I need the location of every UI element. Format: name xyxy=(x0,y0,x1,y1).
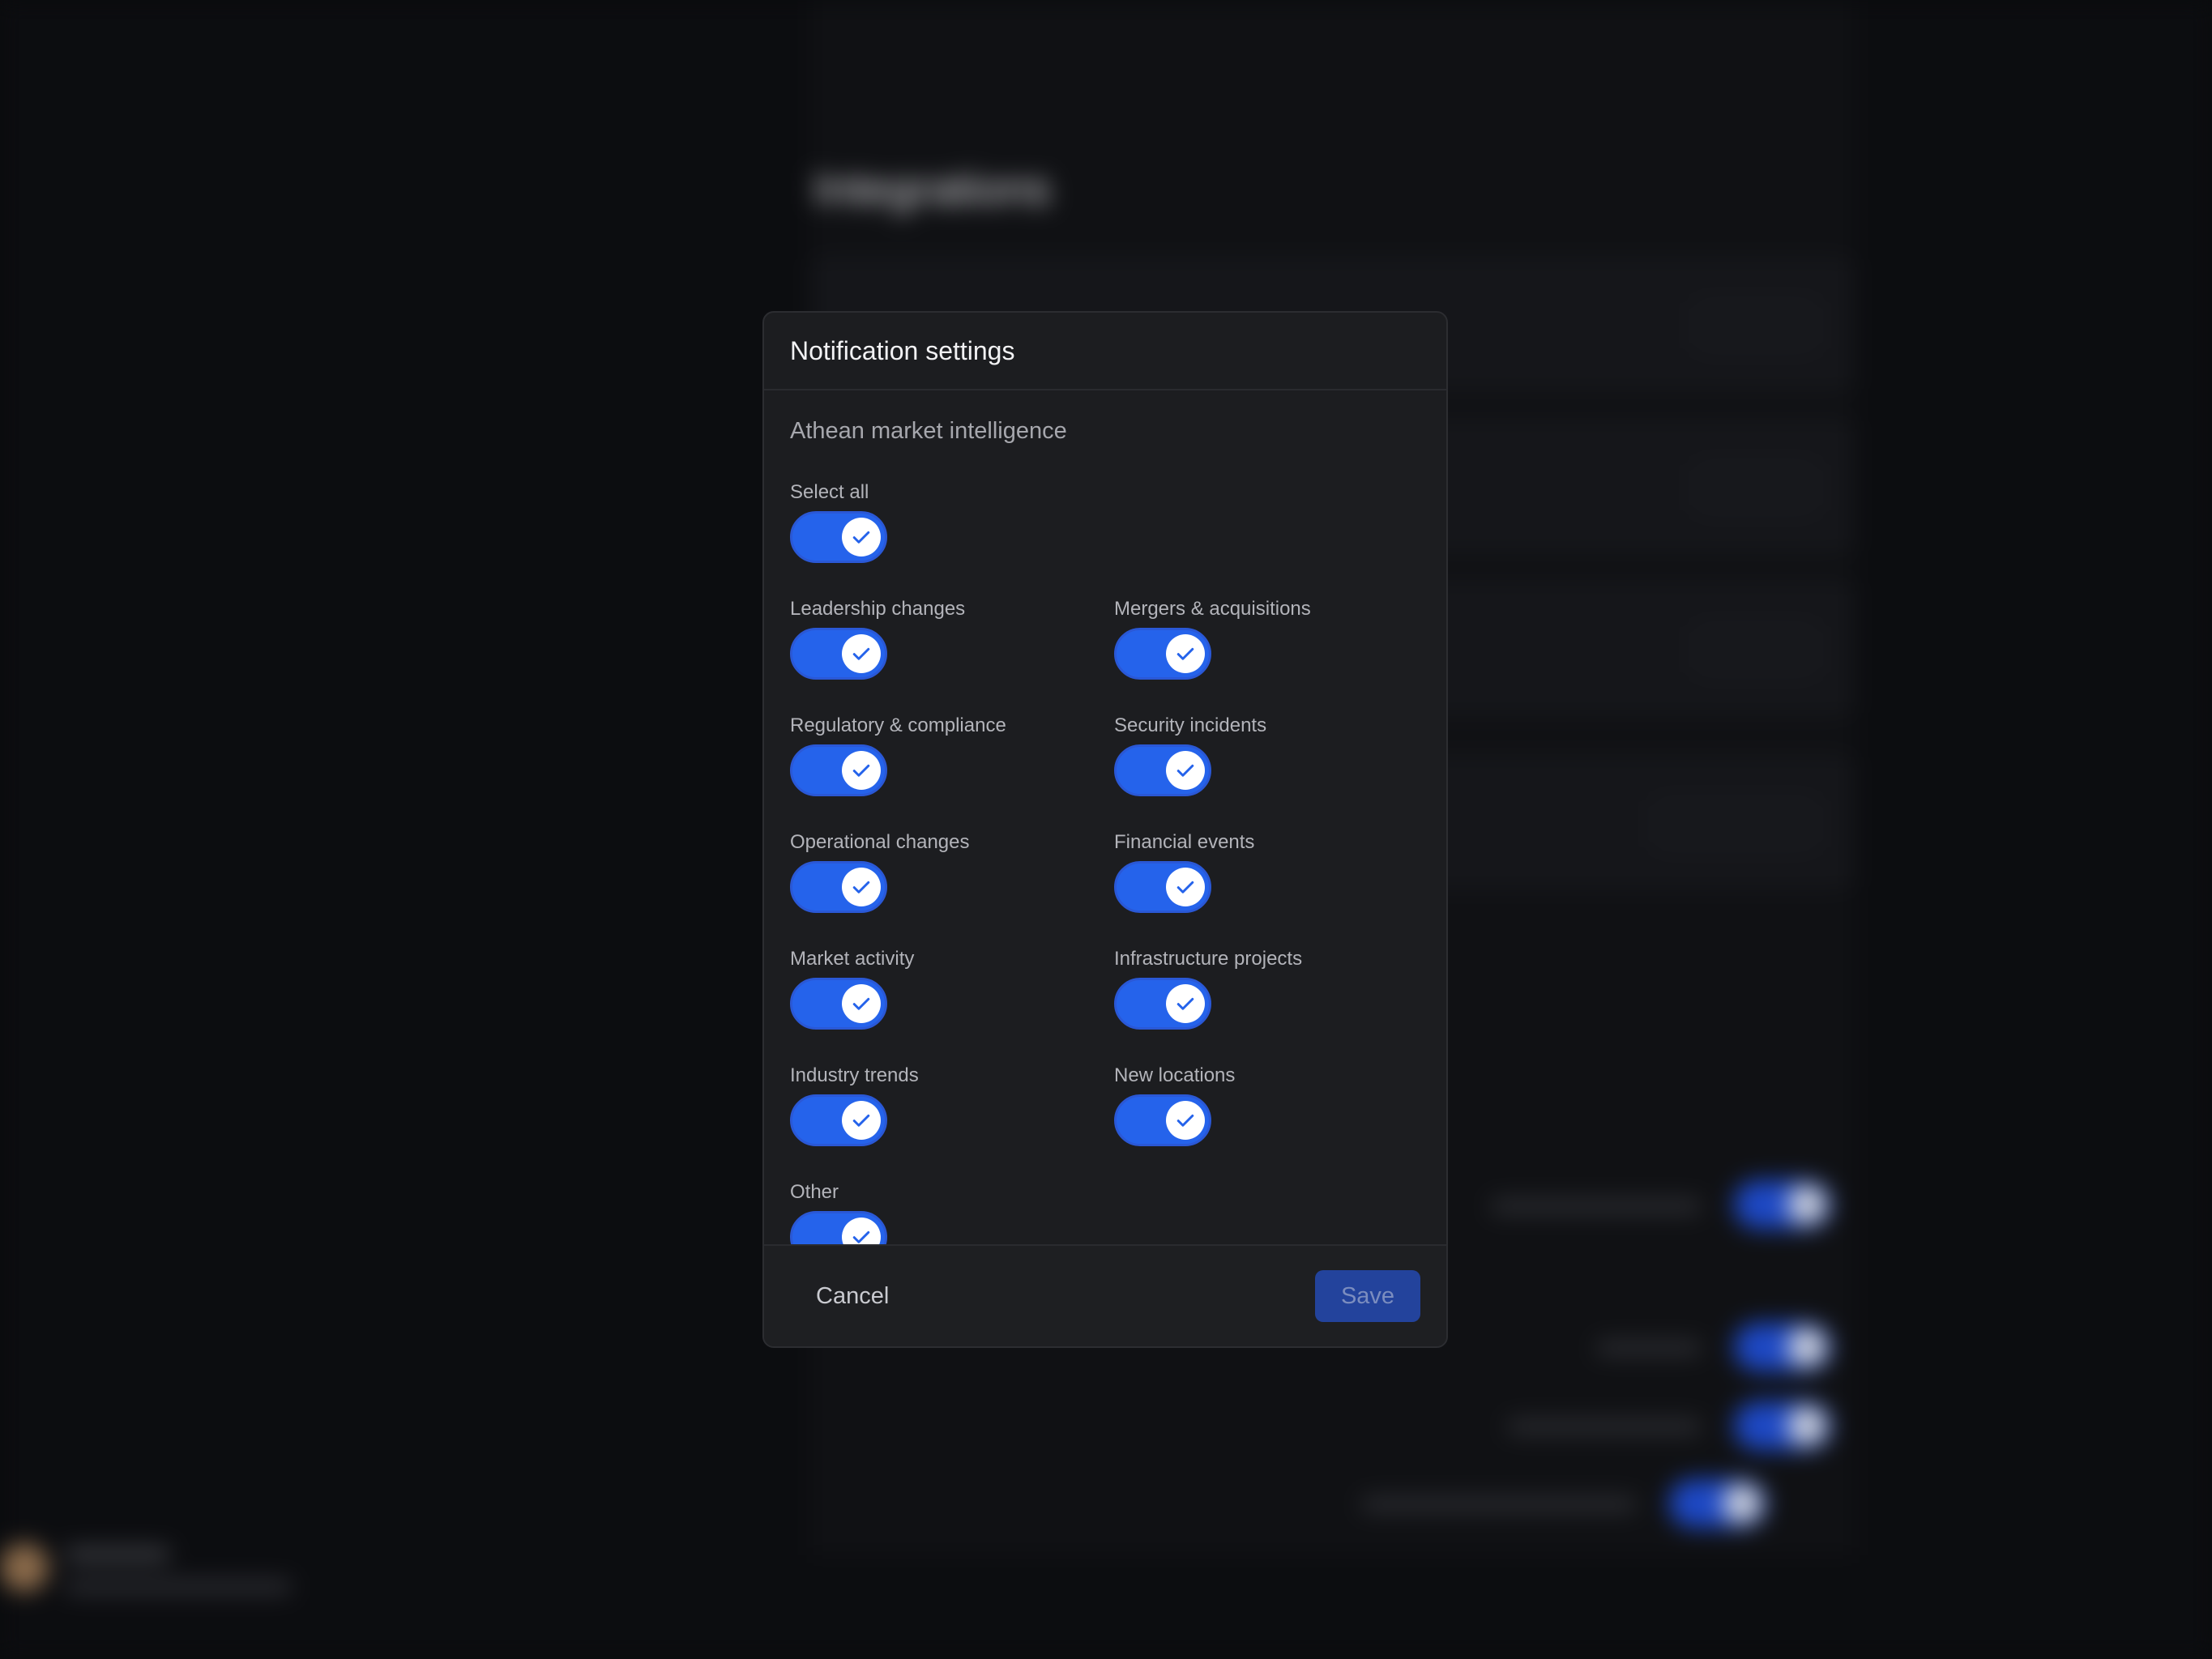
background-text-line xyxy=(65,1580,292,1594)
check-icon xyxy=(1176,764,1194,777)
save-button[interactable]: Save xyxy=(1315,1270,1420,1322)
leadership-changes-toggle[interactable] xyxy=(790,628,887,680)
check-icon xyxy=(852,764,870,777)
cancel-button[interactable]: Cancel xyxy=(790,1272,915,1321)
option-industry-trends: Industry trends xyxy=(790,1064,1114,1146)
option-label: Market activity xyxy=(790,948,915,970)
background-card-button xyxy=(1695,303,1817,348)
toggle-knob xyxy=(842,984,881,1023)
option-operational-changes: Operational changes xyxy=(790,830,1114,913)
notification-settings-modal: Notification settings Athean market inte… xyxy=(762,311,1448,1348)
background-toggle xyxy=(1734,1401,1831,1450)
check-icon xyxy=(852,647,870,660)
grid-spacer xyxy=(1114,480,1438,563)
background-toggle xyxy=(1669,1479,1766,1528)
toggle-knob xyxy=(842,1101,881,1140)
toggle-knob xyxy=(1166,751,1205,790)
avatar xyxy=(0,1543,49,1592)
toggle-grid: Select all Leadership changes Mergers & … xyxy=(790,480,1420,1263)
option-mergers-acquisitions: Mergers & acquisitions xyxy=(1114,597,1438,680)
option-financial-events: Financial events xyxy=(1114,830,1438,913)
option-label: Industry trends xyxy=(790,1064,919,1086)
check-icon xyxy=(852,531,870,544)
background-text-line xyxy=(1491,1199,1702,1213)
toggle-knob xyxy=(1166,634,1205,673)
toggle-knob xyxy=(1166,868,1205,906)
regulatory-compliance-toggle[interactable] xyxy=(790,744,887,796)
option-label: Security incidents xyxy=(1114,714,1267,736)
security-incidents-toggle[interactable] xyxy=(1114,744,1211,796)
modal-header: Notification settings xyxy=(764,313,1446,390)
modal-title: Notification settings xyxy=(790,335,1015,365)
option-label: Operational changes xyxy=(790,831,970,853)
background-card-button xyxy=(1695,465,1817,510)
option-security-incidents: Security incidents xyxy=(1114,714,1438,796)
background-page-title: Integrations xyxy=(813,163,1051,214)
new-locations-toggle[interactable] xyxy=(1114,1094,1211,1146)
toggle-knob xyxy=(842,634,881,673)
background-text-line xyxy=(1361,1497,1637,1512)
mergers-acquisitions-toggle[interactable] xyxy=(1114,628,1211,680)
toggle-knob xyxy=(842,518,881,557)
check-icon xyxy=(1176,647,1194,660)
select-all-toggle[interactable] xyxy=(790,511,887,563)
option-market-activity: Market activity xyxy=(790,947,1114,1030)
market-activity-toggle[interactable] xyxy=(790,978,887,1030)
industry-trends-toggle[interactable] xyxy=(790,1094,887,1146)
option-label: Mergers & acquisitions xyxy=(1114,598,1311,620)
check-icon xyxy=(852,997,870,1010)
background-text-line xyxy=(65,1547,170,1562)
select-all-option: Select all xyxy=(790,480,1114,563)
section-title: Athean market intelligence xyxy=(790,418,1067,444)
option-label: Leadership changes xyxy=(790,598,966,620)
background-text-line xyxy=(1596,1341,1702,1355)
toggle-knob xyxy=(1166,984,1205,1023)
check-icon xyxy=(1176,881,1194,893)
option-new-locations: New locations xyxy=(1114,1064,1438,1146)
background-card-button xyxy=(1695,627,1817,672)
select-all-label: Select all xyxy=(790,481,869,503)
option-label: Financial events xyxy=(1114,831,1255,853)
background-card-button xyxy=(1655,801,1817,847)
option-label: Infrastructure projects xyxy=(1114,948,1303,970)
option-label: New locations xyxy=(1114,1064,1236,1086)
toggle-knob xyxy=(842,868,881,906)
toggle-knob xyxy=(1166,1101,1205,1140)
modal-footer: Cancel Save xyxy=(764,1244,1446,1346)
option-label: Other xyxy=(790,1181,839,1203)
check-icon xyxy=(852,1114,870,1127)
check-icon xyxy=(1176,1114,1194,1127)
modal-body: Athean market intelligence Select all Le… xyxy=(764,390,1446,1263)
option-regulatory-compliance: Regulatory & compliance xyxy=(790,714,1114,796)
background-toggle xyxy=(1734,1180,1831,1229)
financial-events-toggle[interactable] xyxy=(1114,861,1211,913)
option-label: Regulatory & compliance xyxy=(790,714,1006,736)
infrastructure-projects-toggle[interactable] xyxy=(1114,978,1211,1030)
operational-changes-toggle[interactable] xyxy=(790,861,887,913)
check-icon xyxy=(852,881,870,893)
background-toggle xyxy=(1734,1323,1831,1371)
option-leadership-changes: Leadership changes xyxy=(790,597,1114,680)
background-text-line xyxy=(1507,1419,1702,1434)
toggle-knob xyxy=(842,751,881,790)
option-infrastructure-projects: Infrastructure projects xyxy=(1114,947,1438,1030)
check-icon xyxy=(1176,997,1194,1010)
